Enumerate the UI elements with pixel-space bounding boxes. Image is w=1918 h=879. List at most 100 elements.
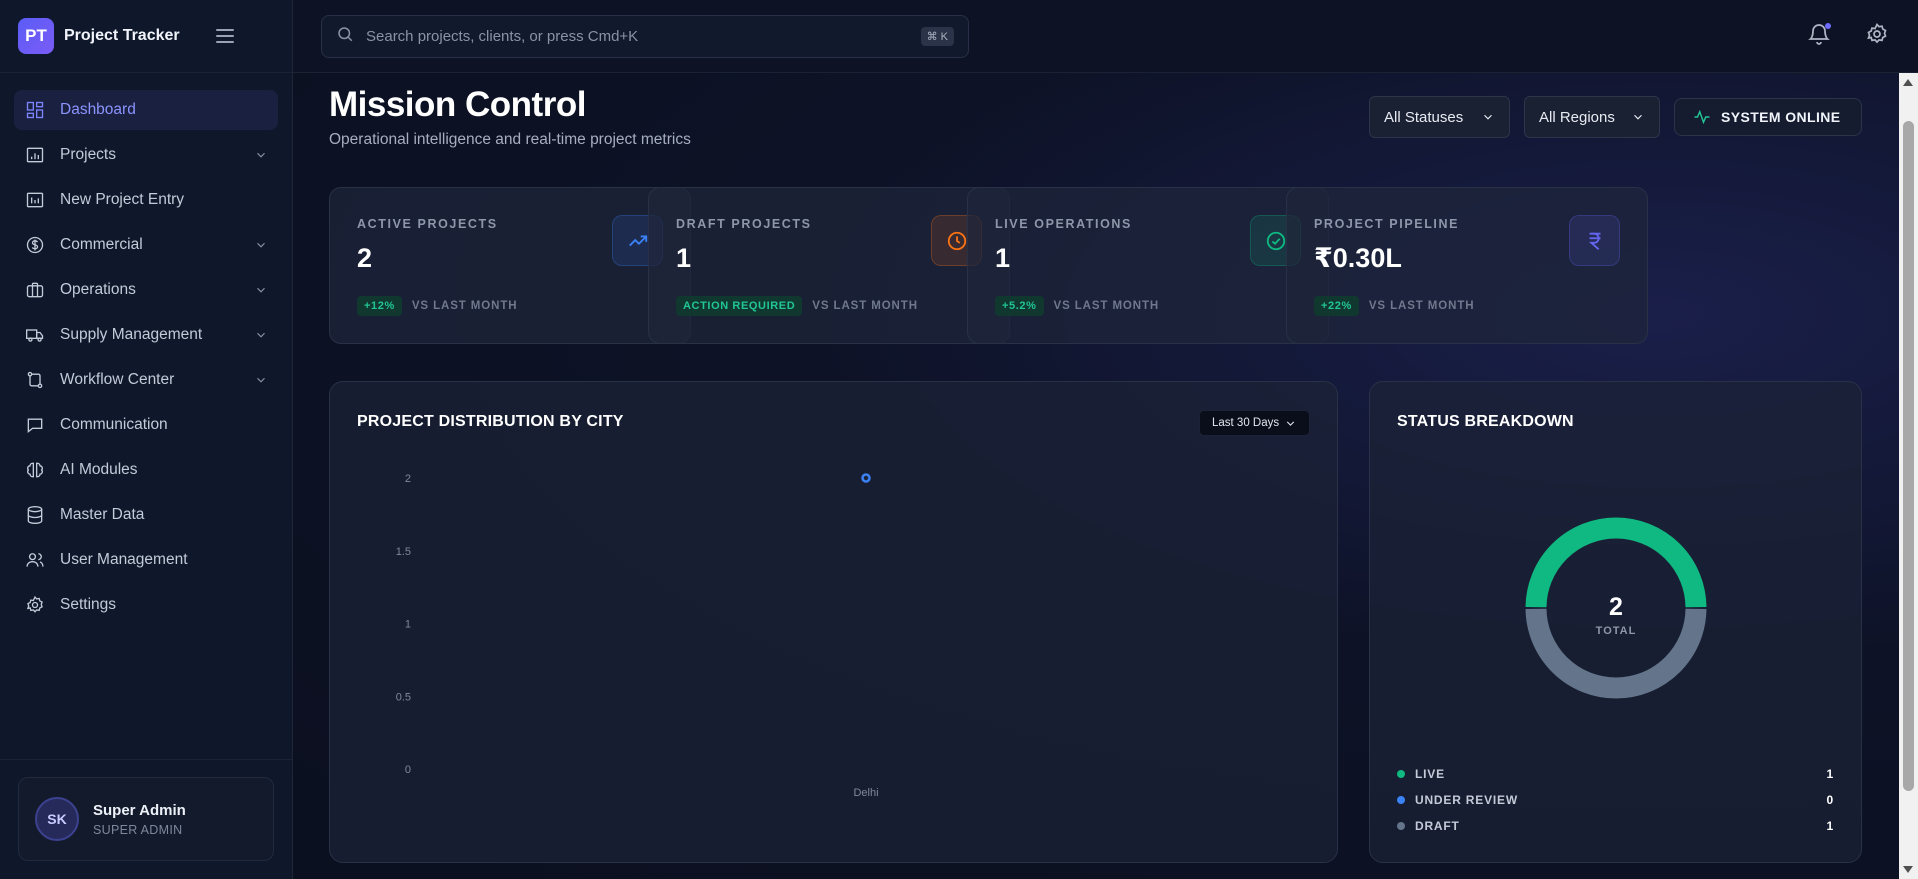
kpi-card-project-pipeline[interactable]: PROJECT PIPELINE ₹0.30L +22% VS LAST MONTH: [1286, 187, 1648, 344]
system-status-button[interactable]: SYSTEM ONLINE: [1674, 98, 1862, 136]
kpi-card-draft-projects[interactable]: DRAFT PROJECTS 1 ACTION REQUIRED VS LAST MO…: [648, 187, 1010, 344]
sidebar-item-master-data[interactable]: Master Data: [14, 495, 278, 535]
chevron-down-icon: [1484, 114, 1492, 120]
sidebar-item-commercial[interactable]: Commercial: [14, 225, 278, 265]
sidebar-item-dashboard[interactable]: Dashboard: [14, 90, 278, 130]
data-point[interactable]: [861, 473, 871, 483]
sidebar-item-settings[interactable]: Settings: [14, 585, 278, 625]
bell-icon[interactable]: [1807, 22, 1833, 48]
menu-toggle-icon[interactable]: [216, 29, 234, 43]
page-title: Mission Control: [329, 85, 586, 124]
donut-total-value: 2: [1609, 593, 1623, 621]
sidebar-item-label: Master Data: [60, 506, 145, 523]
legend-swatch: [1397, 822, 1405, 830]
sidebar-item-projects[interactable]: Projects: [14, 135, 278, 175]
legend-swatch: [1397, 770, 1405, 778]
kpi-value: 2: [357, 243, 373, 273]
brand-logo[interactable]: PT: [18, 18, 54, 54]
distribution-chart: 0 0.5 1 1.5 2 Delhi: [396, 473, 879, 799]
legend-value: 1: [1826, 819, 1834, 833]
rupee-icon: [1569, 215, 1620, 266]
user-meta: Super Admin SUPER ADMIN: [93, 802, 186, 837]
legend-label: DRAFT: [1415, 819, 1460, 833]
kpi-value: 1: [676, 243, 692, 273]
notification-dot: [1825, 23, 1831, 29]
gear-icon[interactable]: [1865, 22, 1891, 48]
kpi-badge: +22%: [1314, 296, 1359, 316]
main-content: Mission Control Operational intelligence…: [293, 73, 1899, 879]
chevron-down-icon[interactable]: [254, 283, 268, 297]
sidebar-item-user-management[interactable]: User Management: [14, 540, 278, 580]
sidebar-item-label: User Management: [60, 551, 188, 568]
avatar: SK: [35, 797, 79, 841]
sidebar-item-label: AI Modules: [60, 461, 138, 478]
kpi-compare: VS LAST MONTH: [812, 300, 918, 312]
search-icon: [336, 25, 354, 48]
legend-swatch: [1397, 796, 1405, 804]
legend-item-draft[interactable]: DRAFT 1: [1397, 819, 1834, 833]
kpi-card-active-projects[interactable]: ACTIVE PROJECTS 2 +12% VS LAST MONTH: [329, 187, 691, 344]
brand-name[interactable]: Project Tracker: [64, 27, 180, 45]
kpi-footer: +12% VS LAST MONTH: [357, 296, 517, 316]
region-filter-value: All Regions: [1539, 108, 1615, 126]
search-input[interactable]: Search projects, clients, or press Cmd+K…: [321, 15, 969, 58]
brain-icon: [24, 459, 46, 481]
sidebar-item-label: Supply Management: [60, 326, 203, 343]
x-tick-label: Delhi: [853, 787, 878, 799]
legend-item-under-review[interactable]: UNDER REVIEW 0: [1397, 793, 1834, 807]
kpi-badge: ACTION REQUIRED: [676, 296, 803, 316]
sidebar-item-supply-management[interactable]: Supply Management: [14, 315, 278, 355]
region-filter-select[interactable]: All Regions: [1524, 96, 1660, 138]
search-placeholder: Search projects, clients, or press Cmd+K: [366, 28, 639, 45]
projects-icon: [24, 144, 46, 166]
sidebar-item-communication[interactable]: Communication: [14, 405, 278, 445]
chevron-down-icon[interactable]: [254, 238, 268, 252]
brand: PT Project Tracker: [0, 0, 292, 73]
page-subtitle: Operational intelligence and real-time p…: [329, 131, 691, 148]
kpi-badge: +12%: [357, 296, 402, 316]
workflow-icon: [24, 369, 46, 391]
y-tick-label: 0: [405, 764, 411, 776]
legend-value: 0: [1826, 793, 1834, 807]
sidebar-item-label: Commercial: [60, 236, 143, 253]
sidebar-item-operations[interactable]: Operations: [14, 270, 278, 310]
sidebar-item-ai-modules[interactable]: AI Modules: [14, 450, 278, 490]
y-tick-label: 1.5: [396, 546, 411, 558]
user-role: SUPER ADMIN: [93, 822, 183, 837]
sidebar-item-label: Workflow Center: [60, 371, 175, 388]
dollar-icon: [24, 234, 46, 256]
kpi-card-live-operations[interactable]: LIVE OPERATIONS 1 +5.2% VS LAST MONTH: [967, 187, 1329, 344]
scroll-thumb[interactable]: [1903, 121, 1914, 791]
chevron-down-icon[interactable]: [254, 148, 268, 162]
status-filter-select[interactable]: All Statuses: [1369, 96, 1510, 138]
kpi-compare: VS LAST MONTH: [1053, 300, 1160, 312]
sidebar-item-workflow-center[interactable]: Workflow Center: [14, 360, 278, 400]
chevron-down-icon[interactable]: [254, 328, 268, 342]
kpi-compare: VS LAST MONTH: [411, 300, 518, 312]
chevron-down-icon[interactable]: [254, 373, 268, 387]
kpi-compare: VS LAST MONTH: [1368, 300, 1475, 312]
sidebar-item-label: Dashboard: [60, 101, 136, 118]
dashboard-icon: [24, 99, 46, 121]
donut-total-label: TOTAL: [1596, 625, 1637, 637]
distribution-panel: PROJECT DISTRIBUTION BY CITY Last 30 Day…: [329, 381, 1338, 863]
vertical-scrollbar[interactable]: [1899, 73, 1918, 879]
sidebar-item-new-project-entry[interactable]: New Project Entry: [14, 180, 278, 220]
kpi-badge: +5.2%: [995, 296, 1044, 316]
scroll-down-arrow[interactable]: [1903, 866, 1913, 873]
kpi-value: 1: [995, 243, 1011, 273]
sidebar-item-label: Projects: [60, 146, 116, 163]
status-donut-chart: 2 TOTAL: [1525, 517, 1707, 699]
legend-label: UNDER REVIEW: [1415, 793, 1518, 807]
truck-icon: [24, 324, 46, 346]
sidebar-item-label: New Project Entry: [60, 191, 185, 208]
user-card[interactable]: SK Super Admin SUPER ADMIN: [18, 777, 274, 861]
legend-value: 1: [1826, 767, 1834, 781]
kpi-value: ₹0.30L: [1314, 243, 1402, 273]
y-tick-label: 0.5: [396, 691, 411, 703]
kpi-label: ACTIVE PROJECTS: [357, 217, 498, 231]
y-tick-label: 1: [405, 619, 411, 631]
legend-item-live[interactable]: LIVE 1: [1397, 767, 1834, 781]
scroll-up-arrow[interactable]: [1903, 79, 1913, 86]
kpi-footer: +5.2% VS LAST MONTH: [995, 296, 1159, 316]
